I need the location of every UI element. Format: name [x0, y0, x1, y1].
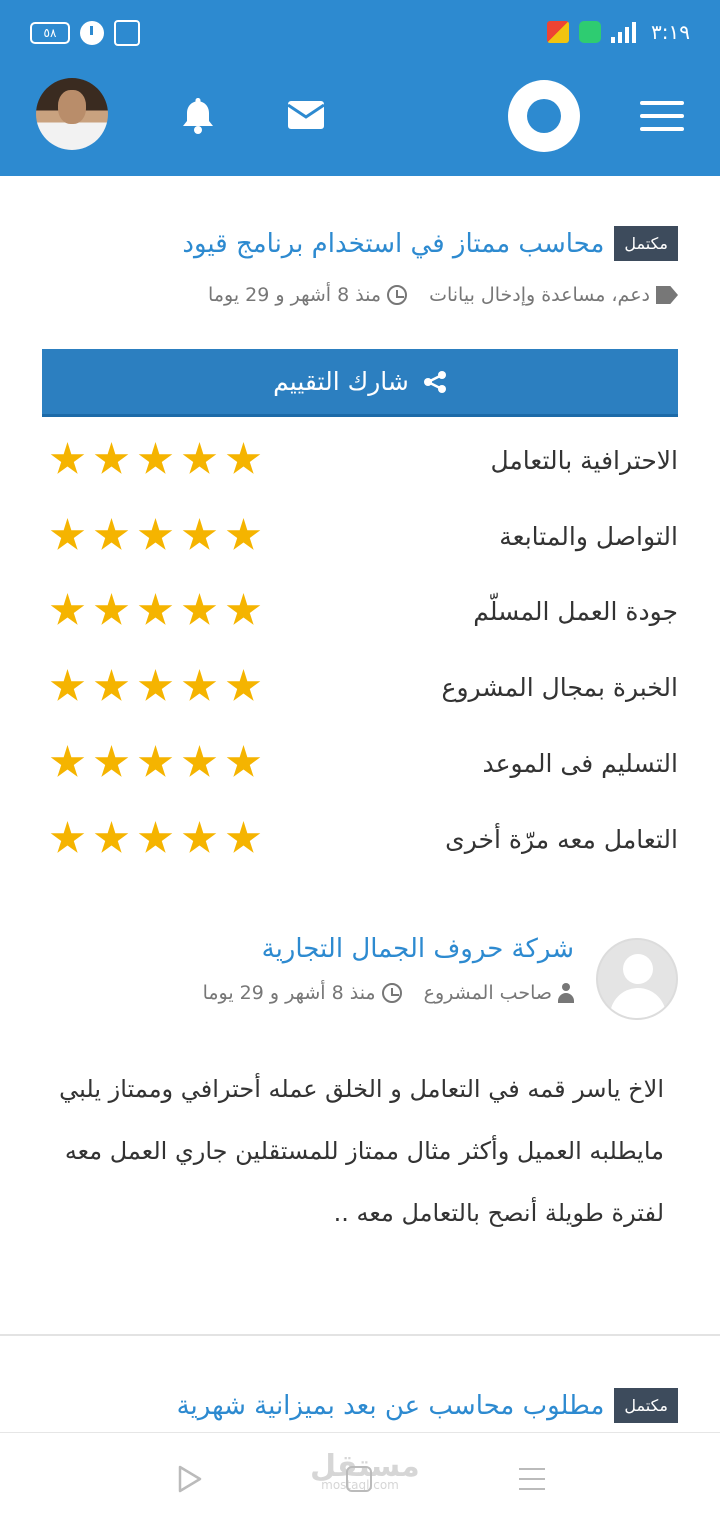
review-text: الاخ ياسر قمه في التعامل و الخلق عمله أح…	[59, 1075, 664, 1227]
project-meta: دعم، مساعدة وإدخال بيانات منذ 8 أشهر و 2…	[208, 284, 678, 306]
home-icon[interactable]	[346, 1466, 372, 1492]
rating-row: التسليم فى الموعد	[42, 741, 678, 791]
star-icon	[138, 821, 173, 853]
recent-apps-icon[interactable]	[519, 1468, 545, 1498]
rating-row: التواصل والمتابعة	[42, 514, 678, 564]
rating-label: التواصل والمتابعة	[499, 522, 678, 551]
clock-icon	[381, 983, 402, 1003]
alarm-icon	[80, 21, 104, 45]
user-icon	[558, 983, 574, 1003]
star-icon	[94, 821, 129, 853]
signal-icon	[611, 21, 641, 43]
vibrate-icon	[114, 20, 140, 46]
star-icon	[138, 669, 173, 701]
rating-label: التعامل معه مرّة أخرى	[445, 825, 678, 854]
star-icon	[94, 669, 129, 701]
tag-icon	[656, 286, 678, 304]
star-icon	[94, 745, 129, 777]
project-title-link[interactable]: محاسب ممتاز في استخدام برنامج قيود	[182, 229, 604, 259]
star-rating	[50, 745, 261, 780]
star-icon	[94, 442, 129, 474]
star-icon	[94, 518, 129, 550]
reviewer-meta: صاحب المشروع منذ 8 أشهر و 29 يوما	[203, 982, 574, 1004]
next-project-title-row: مكتمل مطلوب محاسب عن بعد بميزانية شهرية	[177, 1388, 678, 1423]
star-icon	[182, 593, 217, 625]
star-icon	[226, 745, 261, 777]
star-icon	[226, 821, 261, 853]
status-bar: ٥٨ ٣:١٩	[0, 20, 720, 54]
status-time: ٣:١٩	[651, 20, 690, 44]
star-icon	[50, 821, 85, 853]
star-icon	[138, 518, 173, 550]
review-header: شركة حروف الجمال التجارية صاحب المشروع م…	[42, 934, 678, 1024]
star-icon	[50, 518, 85, 550]
star-icon	[226, 669, 261, 701]
star-icon	[50, 669, 85, 701]
mail-icon[interactable]	[287, 99, 325, 131]
status-right: ٣:١٩	[547, 20, 690, 44]
star-icon	[138, 593, 173, 625]
next-project-title-link[interactable]: مطلوب محاسب عن بعد بميزانية شهرية	[177, 1391, 605, 1421]
divider	[0, 1334, 720, 1336]
status-left: ٥٨	[30, 20, 140, 46]
star-rating	[50, 593, 261, 628]
share-rating-label: شارك التقييم	[273, 367, 409, 396]
app-header: ٥٨ ٣:١٩	[0, 0, 720, 176]
star-icon	[226, 593, 261, 625]
status-badge: مكتمل	[614, 226, 678, 261]
star-icon	[182, 745, 217, 777]
rating-row: التعامل معه مرّة أخرى	[42, 817, 678, 867]
project-tags[interactable]: دعم، مساعدة وإدخال بيانات	[429, 284, 650, 306]
back-icon[interactable]	[176, 1464, 204, 1494]
rating-label: الاحترافية بالتعامل	[490, 446, 678, 475]
rating-label: الخبرة بمجال المشروع	[441, 673, 678, 702]
rating-row: جودة العمل المسلّم	[42, 589, 678, 639]
app-notification-icon	[547, 21, 570, 43]
star-icon	[50, 442, 85, 474]
star-icon	[94, 593, 129, 625]
star-rating	[50, 821, 261, 856]
rating-row: الاحترافية بالتعامل	[42, 438, 678, 488]
share-rating-button[interactable]: شارك التقييم	[42, 349, 678, 417]
star-icon	[182, 821, 217, 853]
star-icon	[226, 442, 261, 474]
star-icon	[50, 745, 85, 777]
star-icon	[182, 669, 217, 701]
bell-icon[interactable]	[178, 95, 218, 135]
star-icon	[226, 518, 261, 550]
star-icon	[50, 593, 85, 625]
reviewer-name-link[interactable]: شركة حروف الجمال التجارية	[262, 934, 574, 964]
star-rating	[50, 442, 261, 477]
rating-label: التسليم فى الموعد	[482, 749, 678, 778]
share-icon	[423, 370, 447, 394]
clock-icon	[387, 285, 408, 305]
status-badge: مكتمل	[614, 1388, 678, 1423]
review-time: منذ 8 أشهر و 29 يوما	[202, 982, 376, 1004]
user-avatar[interactable]	[36, 78, 108, 150]
mostaql-logo[interactable]	[508, 80, 580, 152]
star-icon	[182, 518, 217, 550]
project-title-row: مكتمل محاسب ممتاز في استخدام برنامج قيود	[182, 226, 678, 261]
reviewer-avatar[interactable]	[596, 938, 678, 1020]
reviewer-role: صاحب المشروع	[423, 982, 552, 1004]
star-icon	[138, 745, 173, 777]
system-nav-bar: مستقل mostaql.com	[0, 1432, 720, 1520]
chat-notification-icon	[579, 21, 602, 43]
menu-icon[interactable]	[640, 101, 684, 131]
project-time: منذ 8 أشهر و 29 يوما	[208, 284, 382, 306]
star-rating	[50, 669, 261, 704]
battery-icon: ٥٨	[30, 22, 70, 44]
rating-row: الخبرة بمجال المشروع	[42, 665, 678, 715]
rating-label: جودة العمل المسلّم	[473, 597, 678, 626]
star-icon	[138, 442, 173, 474]
star-rating	[50, 518, 261, 553]
star-icon	[182, 442, 217, 474]
